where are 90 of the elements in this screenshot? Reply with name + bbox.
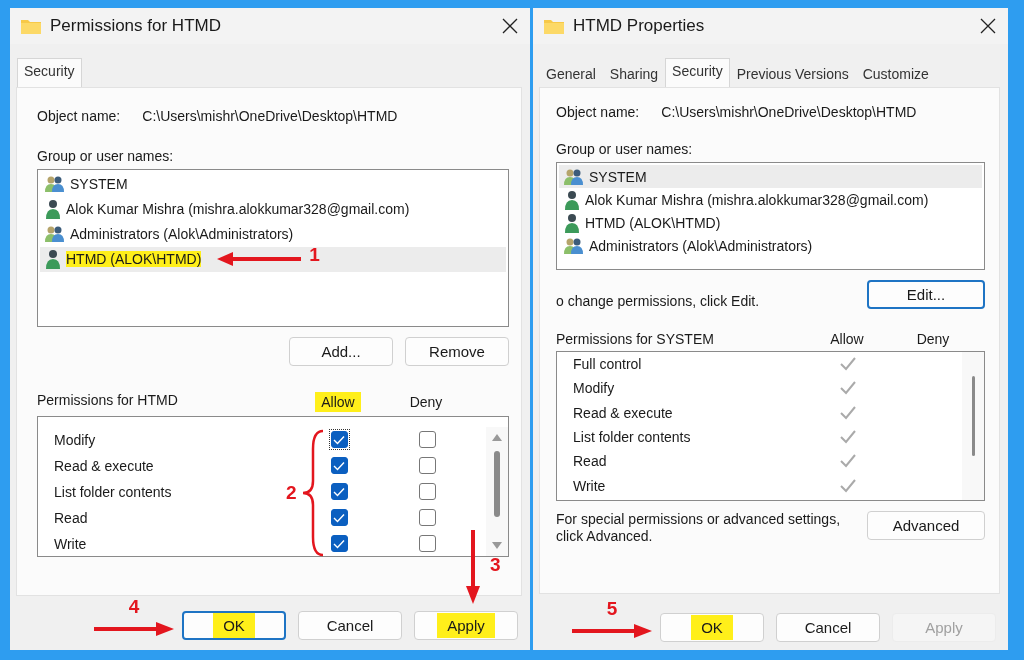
column-header: Allow bbox=[829, 331, 865, 347]
permission-name: Read bbox=[572, 453, 607, 470]
permission-name: List folder contents bbox=[572, 429, 691, 446]
permission-name: Modify bbox=[53, 431, 96, 448]
checkbox[interactable] bbox=[328, 455, 350, 477]
permission-name: Read bbox=[53, 509, 88, 526]
checkbox[interactable] bbox=[328, 481, 350, 503]
scrollbar[interactable] bbox=[962, 352, 984, 500]
tab[interactable]: Security bbox=[665, 58, 730, 87]
arrow-icon bbox=[572, 624, 652, 638]
close-icon[interactable] bbox=[502, 17, 518, 34]
column-header: Deny bbox=[915, 331, 951, 347]
field-label: Permissions for HTMD bbox=[37, 391, 179, 410]
tab[interactable]: Customize bbox=[855, 61, 936, 87]
permission-name: Modify bbox=[572, 380, 615, 397]
permission-name: Write bbox=[572, 477, 606, 494]
dialog-button[interactable]: Edit... bbox=[867, 280, 985, 309]
group-icon bbox=[44, 175, 66, 194]
arrow-icon bbox=[94, 622, 174, 636]
annotation-number: 4 bbox=[128, 596, 140, 618]
dialog-button[interactable]: OK bbox=[660, 613, 764, 642]
checkbox[interactable] bbox=[418, 483, 436, 501]
user-list-item[interactable]: Alok Kumar Mishra (mishra.alokkumar328@gmail.com) bbox=[559, 188, 982, 211]
brace-icon bbox=[300, 428, 325, 557]
check-icon bbox=[333, 434, 345, 445]
user-list-item[interactable]: SYSTEM bbox=[40, 171, 506, 197]
column-header: Deny bbox=[408, 392, 444, 412]
annotation-number: 2 bbox=[286, 481, 297, 504]
field-label: Group or user names: bbox=[37, 147, 175, 164]
annotation-number: 1 bbox=[309, 244, 320, 267]
arrow-icon bbox=[466, 530, 480, 604]
field-label: Permissions for SYSTEM bbox=[556, 331, 715, 347]
check-icon bbox=[333, 460, 345, 471]
tab[interactable]: General bbox=[539, 61, 603, 87]
dialog-button[interactable]: OK bbox=[182, 611, 286, 640]
permission-name: Read & execute bbox=[572, 404, 673, 421]
close-icon[interactable] bbox=[980, 18, 996, 34]
dialog-button[interactable]: Cancel bbox=[776, 613, 880, 642]
scroll-up-icon[interactable] bbox=[492, 432, 502, 441]
user-list-item[interactable]: Administrators (Alok\Administrators) bbox=[559, 234, 982, 257]
dialog-button[interactable]: Add... bbox=[289, 336, 393, 366]
permission-name: List folder contents bbox=[53, 483, 172, 500]
group-icon bbox=[563, 236, 585, 255]
checkbox[interactable] bbox=[328, 429, 350, 451]
dialog-button[interactable]: Advanced bbox=[867, 511, 985, 540]
hint-text: For special permissions or advanced settings, click Advanced. bbox=[556, 511, 842, 545]
check-icon bbox=[333, 512, 345, 523]
scrollbar[interactable] bbox=[486, 426, 508, 556]
tab[interactable]: Security bbox=[17, 57, 82, 87]
user-list-item[interactable]: SYSTEM bbox=[559, 165, 982, 188]
checkbox[interactable] bbox=[418, 509, 436, 527]
field-label: Object name: bbox=[37, 107, 121, 124]
dialog-button[interactable]: Apply bbox=[414, 611, 518, 640]
permission-name: Write bbox=[53, 535, 87, 552]
user-list-item[interactable]: Administrators (Alok\Administrators) bbox=[40, 221, 506, 247]
check-icon bbox=[333, 486, 345, 497]
checkbox[interactable] bbox=[328, 507, 350, 529]
field-label: Group or user names: bbox=[556, 141, 694, 157]
user-icon bbox=[563, 212, 581, 233]
tab[interactable]: Previous Versions bbox=[729, 61, 856, 87]
tab[interactable]: Sharing bbox=[602, 61, 666, 87]
group-icon bbox=[44, 225, 66, 244]
user-list-item[interactable]: Alok Kumar Mishra (mishra.alokkumar328@gmail.com) bbox=[40, 196, 506, 222]
annotation-number: 5 bbox=[606, 598, 618, 620]
checkbox[interactable] bbox=[328, 533, 350, 555]
window-title: HTMD Properties bbox=[573, 16, 706, 36]
user-icon bbox=[563, 189, 581, 210]
permission-name: Full control bbox=[572, 356, 642, 373]
hint-text: o change permissions, click Edit. bbox=[556, 293, 760, 309]
annotation-number: 3 bbox=[490, 554, 501, 576]
checkbox[interactable] bbox=[418, 535, 436, 553]
object-path: C:\Users\mishr\OneDrive\Desktop\HTMD bbox=[142, 107, 398, 124]
object-path: C:\Users\mishr\OneDrive\Desktop\HTMD bbox=[661, 104, 917, 120]
group-icon bbox=[563, 167, 585, 186]
folder-icon bbox=[543, 17, 565, 35]
dialog-button[interactable]: Remove bbox=[405, 336, 509, 366]
dialog-button[interactable]: Cancel bbox=[298, 611, 402, 640]
scroll-down-icon[interactable] bbox=[492, 541, 502, 550]
window-title: Permissions for HTMD bbox=[50, 15, 222, 36]
checkbox[interactable] bbox=[418, 431, 436, 449]
column-header: Allow bbox=[315, 391, 361, 412]
user-list-item[interactable]: HTMD (ALOK\HTMD) bbox=[559, 211, 982, 234]
user-list-item[interactable]: HTMD (ALOK\HTMD) 1 bbox=[40, 246, 506, 272]
user-icon bbox=[44, 199, 62, 220]
check-icon bbox=[333, 538, 345, 549]
user-icon bbox=[44, 249, 62, 270]
permission-name: Read & execute bbox=[53, 457, 154, 474]
checkbox[interactable] bbox=[418, 457, 436, 475]
arrow-icon bbox=[217, 252, 302, 267]
field-label: Object name: bbox=[556, 104, 640, 120]
